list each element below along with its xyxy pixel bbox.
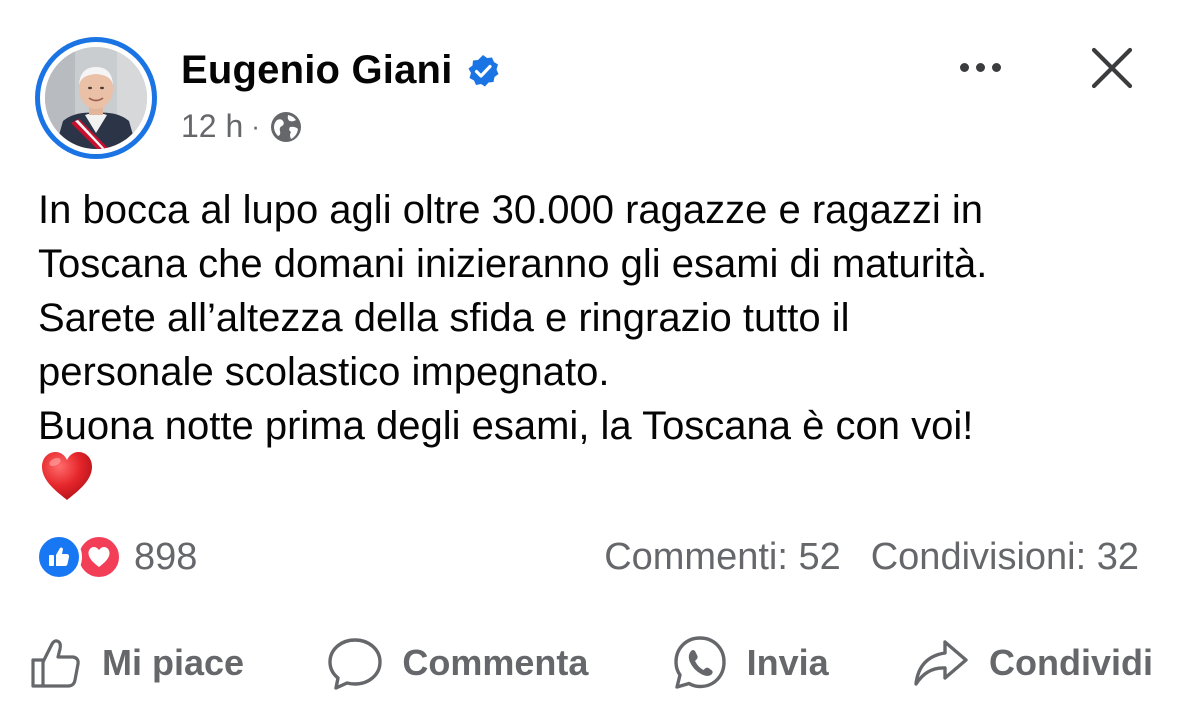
close-icon[interactable] bbox=[1088, 44, 1136, 92]
more-options-button[interactable] bbox=[950, 52, 1010, 82]
dot-icon bbox=[975, 62, 985, 72]
like-label: Mi piace bbox=[102, 642, 245, 683]
reactions-summary[interactable]: 898 bbox=[36, 533, 197, 581]
author-name-row: Eugenio Giani bbox=[181, 48, 501, 93]
post-time[interactable]: 12 h bbox=[181, 108, 243, 145]
post-stats: Commenti: 52 Condivisioni: 32 bbox=[604, 533, 1139, 581]
action-bar: Mi piace Commenta Invia Condividi bbox=[28, 632, 1153, 694]
send-label: Invia bbox=[746, 642, 829, 683]
whatsapp-icon bbox=[673, 636, 726, 689]
share-button[interactable]: Condividi bbox=[911, 636, 1153, 690]
like-reaction-icon bbox=[36, 534, 82, 580]
dot-icon bbox=[959, 62, 969, 72]
post-text: In bocca al lupo agli oltre 30.000 ragaz… bbox=[38, 188, 988, 448]
comment-bubble-icon bbox=[328, 638, 383, 690]
verified-badge-icon bbox=[468, 54, 499, 86]
globe-icon[interactable] bbox=[268, 109, 304, 145]
avatar-photo bbox=[45, 47, 147, 149]
facebook-post: Eugenio Giani 12 h · In bocca al lupo ag… bbox=[0, 0, 1179, 719]
comment-button[interactable]: Commenta bbox=[326, 635, 588, 691]
profile-avatar[interactable] bbox=[35, 37, 157, 159]
love-reaction-icon bbox=[76, 534, 122, 580]
share-label: Condividi bbox=[988, 642, 1153, 683]
meta-separator: · bbox=[251, 111, 260, 141]
comment-label: Commenta bbox=[402, 642, 589, 683]
dot-icon bbox=[991, 62, 1001, 72]
send-button[interactable]: Invia bbox=[671, 634, 829, 692]
post-meta: 12 h · bbox=[181, 108, 304, 145]
thumbs-up-icon bbox=[31, 639, 80, 688]
red-heart-emoji-icon bbox=[42, 452, 92, 500]
shares-count[interactable]: Condivisioni: 32 bbox=[871, 536, 1139, 579]
author-name[interactable]: Eugenio Giani bbox=[181, 48, 453, 93]
like-button[interactable]: Mi piace bbox=[28, 635, 244, 691]
comments-count[interactable]: Commenti: 52 bbox=[604, 536, 841, 579]
reaction-count: 898 bbox=[134, 535, 198, 578]
share-arrow-icon bbox=[914, 640, 968, 686]
